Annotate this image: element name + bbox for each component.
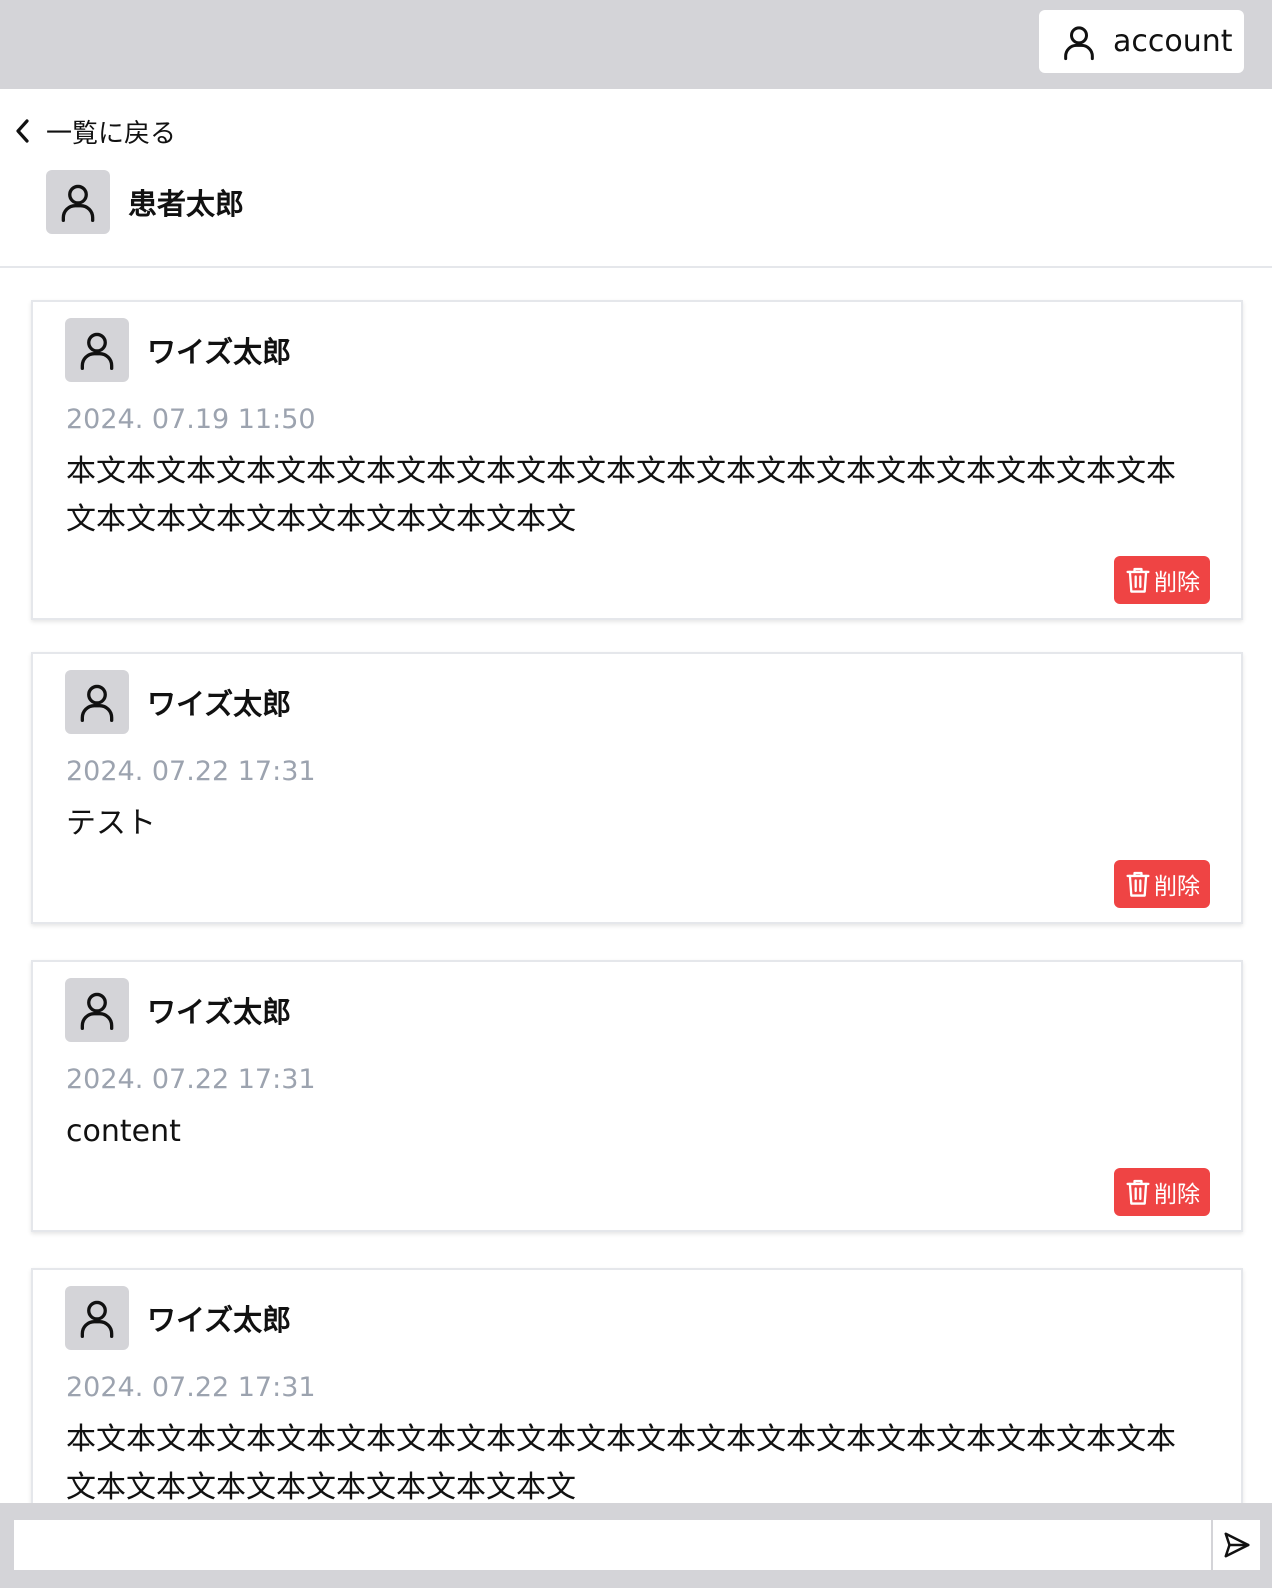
user-icon	[80, 684, 114, 722]
trash-icon	[1126, 871, 1150, 897]
post-body: テスト	[66, 806, 156, 841]
post-author: ワイズ太郎	[65, 978, 291, 1042]
user-icon	[61, 184, 95, 222]
post-card: ワイズ太郎 2024. 07.22 17:31 本文本文本文本文本文本文本文本文…	[31, 1268, 1243, 1503]
user-icon	[80, 1300, 114, 1338]
post-date: 2024. 07.22 17:31	[66, 1372, 316, 1403]
message-composer	[0, 1503, 1272, 1588]
author-name: ワイズ太郎	[147, 1303, 292, 1337]
user-icon	[80, 332, 114, 370]
delete-button[interactable]: 削除	[1114, 860, 1210, 908]
author-name: ワイズ太郎	[147, 687, 292, 721]
post-author: ワイズ太郎	[65, 318, 291, 382]
account-button[interactable]: account	[1039, 10, 1244, 73]
account-label: account	[1113, 24, 1233, 59]
post-body: 本文本文本文本文本文本文本文本文本文本文本文本文本文本文本文本文本文本文本文本文…	[66, 454, 1176, 537]
chevron-left-icon	[16, 119, 29, 143]
post-card: ワイズ太郎 2024. 07.19 11:50 本文本文本文本文本文本文本文本文…	[31, 300, 1243, 620]
post-date: 2024. 07.22 17:31	[66, 1064, 316, 1095]
send-icon	[1224, 1532, 1249, 1558]
delete-label: 削除	[1154, 570, 1200, 596]
post-author: ワイズ太郎	[65, 1286, 291, 1350]
post-body: content	[66, 1114, 181, 1149]
avatar	[65, 1286, 129, 1350]
avatar	[65, 670, 129, 734]
avatar	[46, 170, 110, 234]
send-button[interactable]	[1212, 1520, 1260, 1570]
post-date: 2024. 07.19 11:50	[66, 404, 316, 435]
post-body: 本文本文本文本文本文本文本文本文本文本文本文本文本文本文本文本文本文本文本文本文…	[66, 1422, 1176, 1503]
delete-label: 削除	[1154, 1182, 1200, 1208]
avatar	[65, 978, 129, 1042]
patient-header: 患者太郎	[46, 170, 244, 234]
post-author: ワイズ太郎	[65, 670, 291, 734]
back-label: 一覧に戻る	[46, 118, 177, 149]
message-input[interactable]	[14, 1520, 1211, 1570]
trash-icon	[1126, 567, 1150, 593]
top-bar: account	[0, 0, 1272, 89]
user-icon	[1064, 25, 1094, 60]
post-card: ワイズ太郎 2024. 07.22 17:31 テスト 削除	[31, 652, 1243, 924]
delete-label: 削除	[1154, 874, 1200, 900]
avatar	[65, 318, 129, 382]
delete-button[interactable]: 削除	[1114, 1168, 1210, 1216]
author-name: ワイズ太郎	[147, 335, 292, 369]
post-date: 2024. 07.22 17:31	[66, 756, 316, 787]
trash-icon	[1126, 1179, 1150, 1205]
post-card: ワイズ太郎 2024. 07.22 17:31 content 削除	[31, 960, 1243, 1232]
delete-button[interactable]: 削除	[1114, 556, 1210, 604]
post-feed[interactable]: ワイズ太郎 2024. 07.19 11:50 本文本文本文本文本文本文本文本文…	[0, 268, 1272, 1503]
patient-name: 患者太郎	[128, 187, 245, 221]
author-name: ワイズ太郎	[147, 995, 292, 1029]
back-to-list-link[interactable]: 一覧に戻る	[12, 111, 176, 151]
user-icon	[80, 992, 114, 1030]
